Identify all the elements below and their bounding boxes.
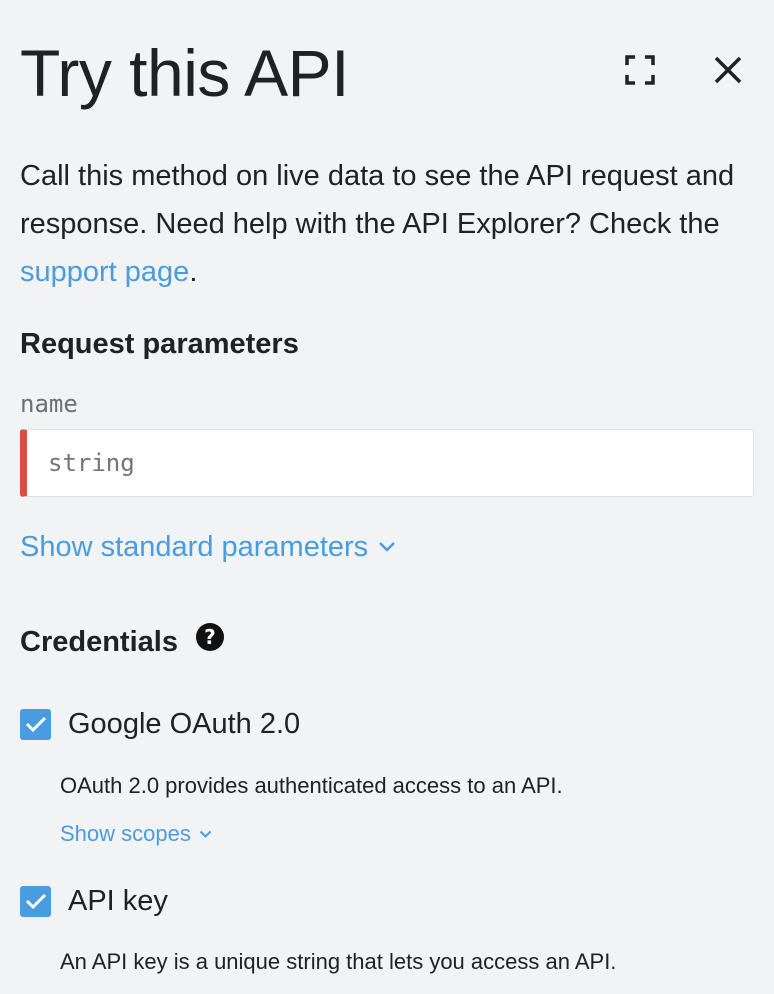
google-oauth-description: OAuth 2.0 provides authenticated access … — [60, 773, 563, 798]
page-title: Try this API — [20, 36, 349, 110]
google-oauth-checkbox[interactable] — [20, 708, 51, 740]
request-parameters-title: Request parameters — [20, 328, 299, 360]
panel-header: Try this API — [20, 30, 754, 120]
show-scopes-label: Show scopes — [60, 821, 191, 846]
description-end: . — [189, 256, 198, 288]
description-text: Call this method on live data to see the… — [20, 160, 735, 240]
try-api-panel: Try this API Call this method on live da… — [0, 0, 774, 994]
show-standard-parameters-label: Show standard parameters — [20, 531, 369, 563]
credential-google-oauth: Google OAuth 2.0 — [20, 704, 300, 744]
close-icon — [714, 56, 742, 84]
show-scopes-toggle[interactable]: Show scopes — [60, 818, 212, 850]
param-name-field-wrapper — [20, 429, 754, 497]
param-name-input[interactable] — [27, 429, 753, 497]
chevron-down-icon — [199, 830, 212, 838]
credentials-header: Credentials ? — [20, 623, 224, 660]
api-key-label: API key — [68, 885, 168, 917]
chevron-down-icon — [379, 542, 396, 552]
api-description: Call this method on live data to see the… — [20, 152, 760, 296]
show-standard-parameters-toggle[interactable]: Show standard parameters — [20, 526, 396, 568]
api-key-description: An API key is a unique string that lets … — [60, 949, 617, 974]
credential-api-key: API key — [20, 881, 168, 921]
checkmark-icon — [25, 716, 46, 733]
google-oauth-label: Google OAuth 2.0 — [68, 708, 301, 740]
credentials-title: Credentials — [20, 626, 178, 658]
support-page-link[interactable]: support page — [20, 256, 189, 288]
param-name-label: name — [20, 390, 78, 418]
close-button[interactable] — [710, 52, 746, 88]
fullscreen-button[interactable] — [622, 52, 658, 88]
header-actions — [622, 52, 746, 88]
fullscreen-icon — [625, 55, 655, 85]
help-icon[interactable]: ? — [195, 623, 224, 651]
checkmark-icon — [25, 893, 46, 910]
api-key-checkbox[interactable] — [20, 885, 51, 917]
